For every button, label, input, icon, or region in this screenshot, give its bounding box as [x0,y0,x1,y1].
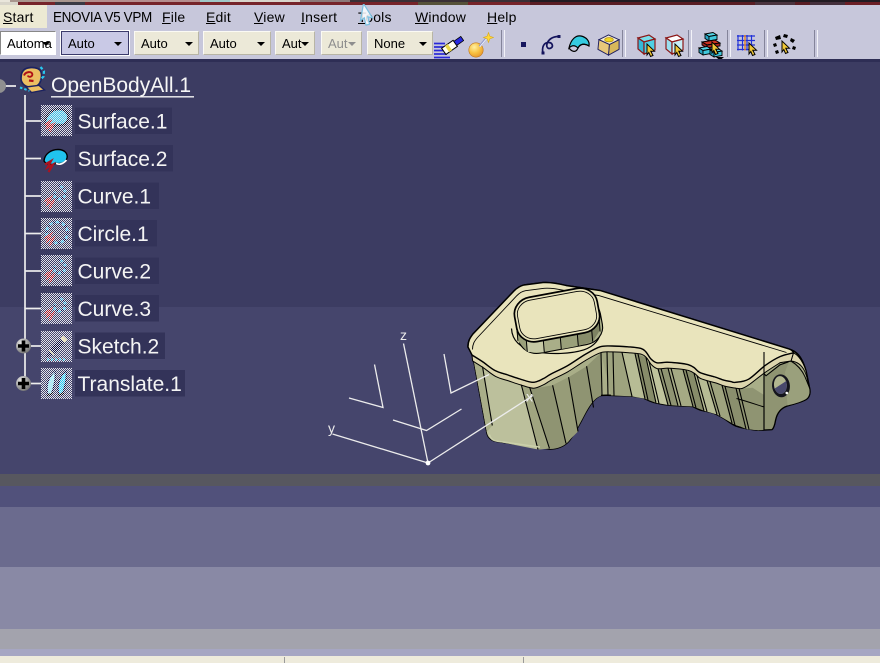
svg-text:z: z [400,327,407,343]
svg-text:y: y [328,420,335,436]
svg-text:Translate.1: Translate.1 [78,373,182,396]
svg-text:Curve.1: Curve.1 [78,186,152,209]
svg-text:Surface.1: Surface.1 [78,111,168,134]
svg-text:Curve.3: Curve.3 [78,298,152,321]
svg-text:Sketch.2: Sketch.2 [78,336,160,359]
svg-text:Curve.2: Curve.2 [78,261,152,284]
svg-text:OpenBodyAll.1: OpenBodyAll.1 [51,74,191,97]
svg-text:Surface.2: Surface.2 [78,148,168,171]
svg-text:x: x [526,389,533,405]
svg-text:Circle.1: Circle.1 [78,223,149,246]
